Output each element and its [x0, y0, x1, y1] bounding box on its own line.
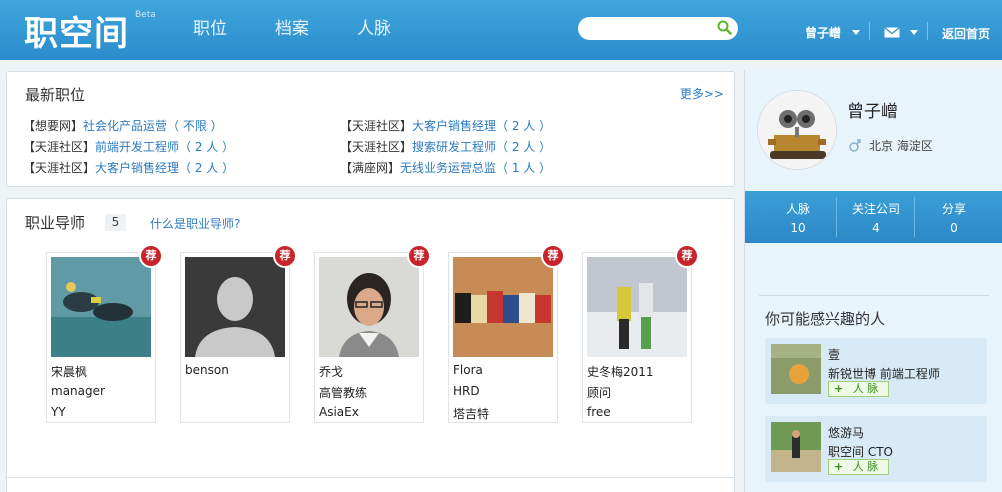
person-company: 新锐世博 前端工程师 [828, 367, 940, 381]
add-connection-button[interactable]: + 人 脉 [828, 381, 889, 397]
home-link[interactable]: 返回首页 [942, 25, 990, 42]
job-item[interactable]: 【满座网】无线业务运营总监（ 1 人 ） [340, 159, 551, 176]
stat-network[interactable]: 人脉 10 [755, 191, 841, 243]
add-connection-button[interactable]: + 人 脉 [828, 459, 889, 475]
suggested-people-title: 你可能感兴趣的人 [765, 310, 886, 328]
job-item[interactable]: 【天涯社区】大客户销售经理（ 2 人 ） [23, 159, 234, 176]
top-bar: 职空间 Beta 职位 档案 人脉 曾子嶒 返回首页 [0, 0, 1002, 60]
mentor-org: YY [51, 405, 66, 419]
profile-sidebar: 曾子嶒 北京 海淀区 人脉 10 关注公司 4 分享 0 你可能感兴趣的人 壹 … [744, 70, 1002, 492]
chevron-down-icon[interactable] [852, 30, 860, 35]
mentor-role: 顾问 [587, 386, 612, 400]
search-input[interactable] [578, 17, 738, 40]
mentors-title: 职业导师 [25, 214, 86, 232]
person-name[interactable]: 壹 [828, 346, 840, 363]
mentor-count-badge: 5 [105, 214, 126, 231]
person-company: 职空间 CTO [828, 445, 893, 459]
more-jobs-link[interactable]: 更多>> [680, 85, 724, 102]
default-avatar-icon[interactable] [185, 257, 285, 357]
mentor-card[interactable]: 荐 Flora HRD 塔吉特 [448, 244, 565, 423]
mentor-name[interactable]: benson [185, 363, 229, 377]
divider [927, 22, 928, 40]
nav-profile[interactable]: 档案 [275, 14, 309, 39]
plus-icon: + [834, 382, 844, 395]
mentor-photo[interactable] [51, 257, 151, 357]
job-item[interactable]: 【天涯社区】搜索研发工程师（ 2 人 ） [340, 138, 551, 155]
mentor-name[interactable]: 史冬梅2011 [587, 363, 654, 380]
mentor-name[interactable]: Flora [453, 363, 483, 377]
plus-icon: + [834, 460, 844, 473]
beta-label: Beta [135, 10, 156, 20]
male-icon [849, 139, 861, 152]
mentor-card[interactable]: 荐 史冬梅2011 顾问 free [582, 244, 699, 423]
job-item[interactable]: 【想要网】社会化产品运营（ 不限 ） [23, 117, 223, 134]
mail-icon[interactable] [884, 27, 900, 38]
mentor-card[interactable]: 荐 benson [180, 244, 297, 423]
mentor-role: HRD [453, 384, 480, 398]
recommended-badge: 荐 [675, 244, 699, 268]
robot-avatar-icon [758, 91, 836, 169]
divider [7, 477, 734, 478]
latest-jobs-panel: 最新职位 更多>> 【想要网】社会化产品运营（ 不限 ） 【天涯社区】大客户销售… [6, 71, 735, 187]
mentor-org: AsiaEx [319, 405, 359, 419]
latest-jobs-title: 最新职位 [25, 86, 86, 104]
profile-name: 曾子嶒 [847, 102, 898, 122]
mentor-org: 塔吉特 [453, 407, 490, 421]
job-item[interactable]: 【天涯社区】大客户销售经理（ 2 人 ） [340, 117, 551, 134]
nav-jobs[interactable]: 职位 [193, 14, 227, 39]
recommended-badge: 荐 [541, 244, 565, 268]
what-is-mentor-link[interactable]: 什么是职业导师? [150, 215, 240, 232]
user-menu[interactable]: 曾子嶒 [805, 24, 841, 41]
recommended-badge: 荐 [273, 244, 297, 268]
search-icon[interactable] [717, 20, 732, 35]
stat-followed-companies[interactable]: 关注公司 4 [833, 191, 919, 243]
person-name[interactable]: 悠游马 [828, 424, 864, 441]
mentor-card[interactable]: 荐 宋晨枫 manager YY [46, 244, 163, 423]
mail-chevron-down-icon[interactable] [910, 30, 918, 35]
profile-location: 北京 海淀区 [869, 139, 933, 153]
mentors-panel: 职业导师 5 什么是职业导师? 荐 宋晨枫 manager YY 荐 benso… [6, 198, 735, 492]
mentor-photo[interactable] [587, 257, 687, 357]
mentor-name[interactable]: 乔戈 [319, 363, 343, 380]
person-photo[interactable] [771, 344, 821, 394]
nav-network[interactable]: 人脉 [357, 14, 391, 39]
divider [759, 295, 989, 296]
stat-shares[interactable]: 分享 0 [911, 191, 997, 243]
avatar[interactable] [757, 90, 837, 170]
logo[interactable]: 职空间 [24, 6, 129, 55]
job-item[interactable]: 【天涯社区】前端开发工程师（ 2 人 ） [23, 138, 234, 155]
suggested-person[interactable]: 悠游马 职空间 CTO + 人 脉 [765, 416, 987, 482]
mentor-role: manager [51, 384, 105, 398]
recommended-badge: 荐 [139, 244, 163, 268]
recommended-badge: 荐 [407, 244, 431, 268]
mentor-photo[interactable] [319, 257, 419, 357]
person-photo[interactable] [771, 422, 821, 472]
profile-stats: 人脉 10 关注公司 4 分享 0 [745, 191, 1002, 243]
divider [869, 22, 870, 40]
mentor-role: 高管教练 [319, 386, 368, 400]
mentor-name[interactable]: 宋晨枫 [51, 363, 87, 380]
suggested-person[interactable]: 壹 新锐世博 前端工程师 + 人 脉 [765, 338, 987, 404]
mentor-org: free [587, 405, 611, 419]
mentor-card[interactable]: 荐 乔戈 高管教练 AsiaEx [314, 244, 431, 423]
mentor-photo[interactable] [453, 257, 553, 357]
